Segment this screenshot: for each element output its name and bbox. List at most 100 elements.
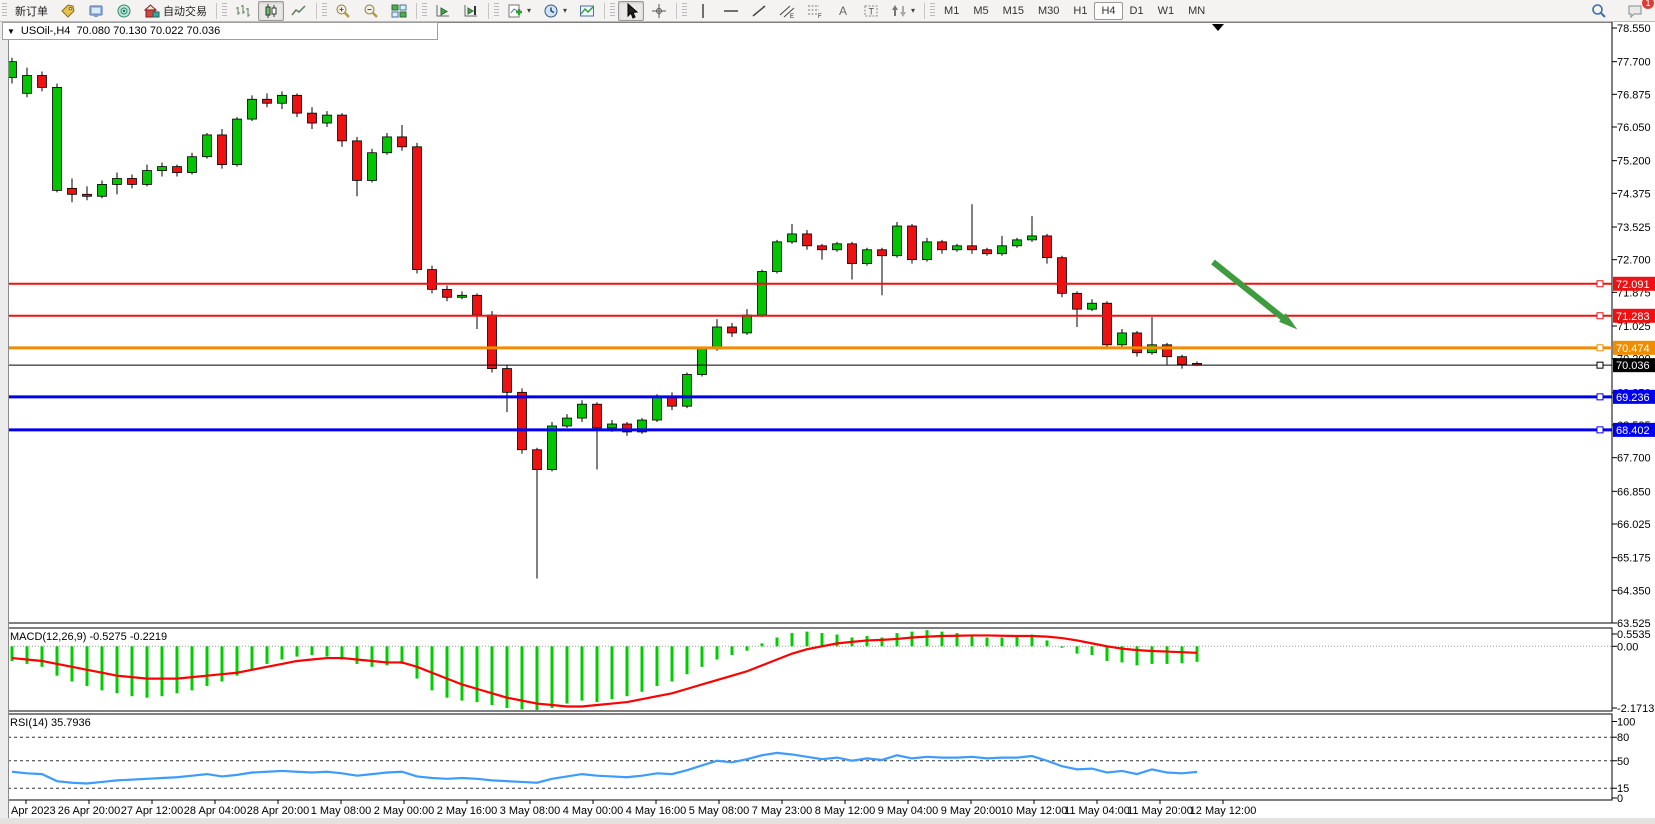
time-label: 4 May 00:00: [563, 805, 624, 817]
horizontal-line-icon: [723, 3, 739, 19]
candle: [1118, 333, 1127, 345]
macd-tick-label: -2.1713: [1617, 703, 1654, 715]
channel-button[interactable]: E: [774, 1, 800, 21]
text-button[interactable]: A: [830, 1, 856, 21]
timeframe-m15-button[interactable]: M15: [996, 2, 1031, 20]
toolbar-drag-handle[interactable]: [930, 3, 935, 18]
candle: [428, 270, 437, 290]
toolbar-drag-handle[interactable]: [610, 3, 615, 18]
candle: [158, 167, 167, 171]
svg-text:T: T: [869, 6, 875, 16]
candle: [728, 327, 737, 333]
hline-endpoint-marker[interactable]: [1597, 427, 1603, 433]
hline-endpoint-marker[interactable]: [1597, 394, 1603, 400]
dropdown-caret-icon[interactable]: ▾: [527, 6, 531, 15]
chat-button[interactable]: 1: [1622, 1, 1648, 21]
timeframe-d1-button[interactable]: D1: [1123, 2, 1151, 20]
candle: [863, 250, 872, 264]
price-tick-label: 72.700: [1617, 255, 1651, 267]
price-label-70.036: 70.036: [1616, 360, 1650, 372]
line-chart-button[interactable]: [286, 1, 312, 21]
zoom-in-button[interactable]: [330, 1, 356, 21]
candle: [368, 153, 377, 181]
hline-endpoint-marker[interactable]: [1597, 281, 1603, 287]
chart-canvas[interactable]: 78.55077.70076.87576.05075.20074.37573.5…: [0, 0, 1655, 824]
candle: [893, 226, 902, 256]
cursor-button[interactable]: [618, 1, 644, 21]
timeframe-mn-button[interactable]: MN: [1181, 2, 1212, 20]
candlestick-chart-button[interactable]: [258, 1, 284, 21]
toolbar-drag-handle[interactable]: [494, 3, 499, 18]
time-label: 7 May 23:00: [752, 805, 813, 817]
shapes-button[interactable]: ▾: [886, 1, 920, 21]
vertical-line-button[interactable]: [690, 1, 716, 21]
data-window-button[interactable]: [111, 1, 137, 21]
price-tick-label: 75.200: [1617, 156, 1651, 168]
timeframe-w1-button[interactable]: W1: [1151, 2, 1182, 20]
candle: [353, 141, 362, 181]
chart-header[interactable]: ▼ USOil-,H4 70.080 70.130 70.022 70.036: [2, 22, 438, 40]
search-button[interactable]: [1586, 1, 1612, 21]
timeframe-m1-button[interactable]: M1: [937, 2, 966, 20]
bar-chart-button[interactable]: [230, 1, 256, 21]
timeframe-h4-button[interactable]: H4: [1094, 2, 1122, 20]
chart-menu-caret-icon[interactable]: ▼: [7, 27, 15, 36]
time-label: 1 May 08:00: [311, 805, 372, 817]
candle: [233, 119, 242, 165]
crosshair-button[interactable]: [646, 1, 672, 21]
candle: [308, 113, 317, 123]
candle: [83, 194, 92, 196]
candle: [38, 76, 47, 88]
candle: [518, 392, 527, 449]
tag-icon-button[interactable]: [55, 1, 81, 21]
text-label-button[interactable]: T: [858, 1, 884, 21]
chart-shift-button[interactable]: [458, 1, 484, 21]
horizontal-line-button[interactable]: [718, 1, 744, 21]
candle: [698, 349, 707, 375]
timeframe-h1-button[interactable]: H1: [1066, 2, 1094, 20]
periods-button[interactable]: ▾: [538, 1, 572, 21]
macd-tick-label: 0.5535: [1617, 629, 1651, 641]
tile-windows-button[interactable]: [386, 1, 412, 21]
auto-trading-button[interactable]: 自动交易: [139, 1, 212, 21]
zoom-out-button[interactable]: [358, 1, 384, 21]
price-tick-label: 66.025: [1617, 519, 1651, 531]
auto-trading-icon: [144, 3, 160, 19]
new-order-button[interactable]: 新订单: [10, 1, 53, 21]
candle: [1088, 303, 1097, 309]
toolbar-drag-handle[interactable]: [2, 3, 7, 18]
candle: [743, 315, 752, 333]
toolbar-drag-handle[interactable]: [422, 3, 427, 18]
svg-text:E: E: [790, 14, 794, 19]
market-watch-icon: [88, 3, 104, 19]
rsi-tick-label: 50: [1617, 756, 1629, 768]
hline-endpoint-marker[interactable]: [1597, 313, 1603, 319]
market-watch-button[interactable]: [83, 1, 109, 21]
vertical-line-icon: [695, 3, 711, 19]
timeframe-m30-button[interactable]: M30: [1031, 2, 1066, 20]
new-order-label: 新订单: [15, 3, 48, 19]
chart-ohlc: 70.080 70.130 70.022 70.036: [76, 25, 220, 37]
trendline-button[interactable]: [746, 1, 772, 21]
toolbar-drag-handle[interactable]: [682, 3, 687, 18]
new-chart-button[interactable]: ▾: [502, 1, 536, 21]
candle: [758, 272, 767, 316]
hline-endpoint-marker[interactable]: [1597, 362, 1603, 368]
toolbar-drag-handle[interactable]: [222, 3, 227, 18]
time-label: 12 May 12:00: [1190, 805, 1257, 817]
fibonacci-button[interactable]: F: [802, 1, 828, 21]
macd-label: MACD(12,26,9) -0.5275 -0.2219: [10, 631, 167, 643]
candle: [1178, 357, 1187, 365]
templates-button[interactable]: [574, 1, 600, 21]
time-label: 9 May 20:00: [941, 805, 1002, 817]
time-label: 11 May 20:00: [1127, 805, 1193, 817]
hline-endpoint-marker[interactable]: [1597, 345, 1603, 351]
price-tick-label: 78.550: [1617, 23, 1651, 35]
dropdown-caret-icon[interactable]: ▾: [563, 6, 567, 15]
timeframe-m5-button[interactable]: M5: [966, 2, 995, 20]
auto-scroll-button[interactable]: [430, 1, 456, 21]
candle: [848, 244, 857, 264]
toolbar-drag-handle[interactable]: [322, 3, 327, 18]
price-tick-label: 74.375: [1617, 188, 1651, 200]
dropdown-caret-icon[interactable]: ▾: [911, 6, 915, 15]
